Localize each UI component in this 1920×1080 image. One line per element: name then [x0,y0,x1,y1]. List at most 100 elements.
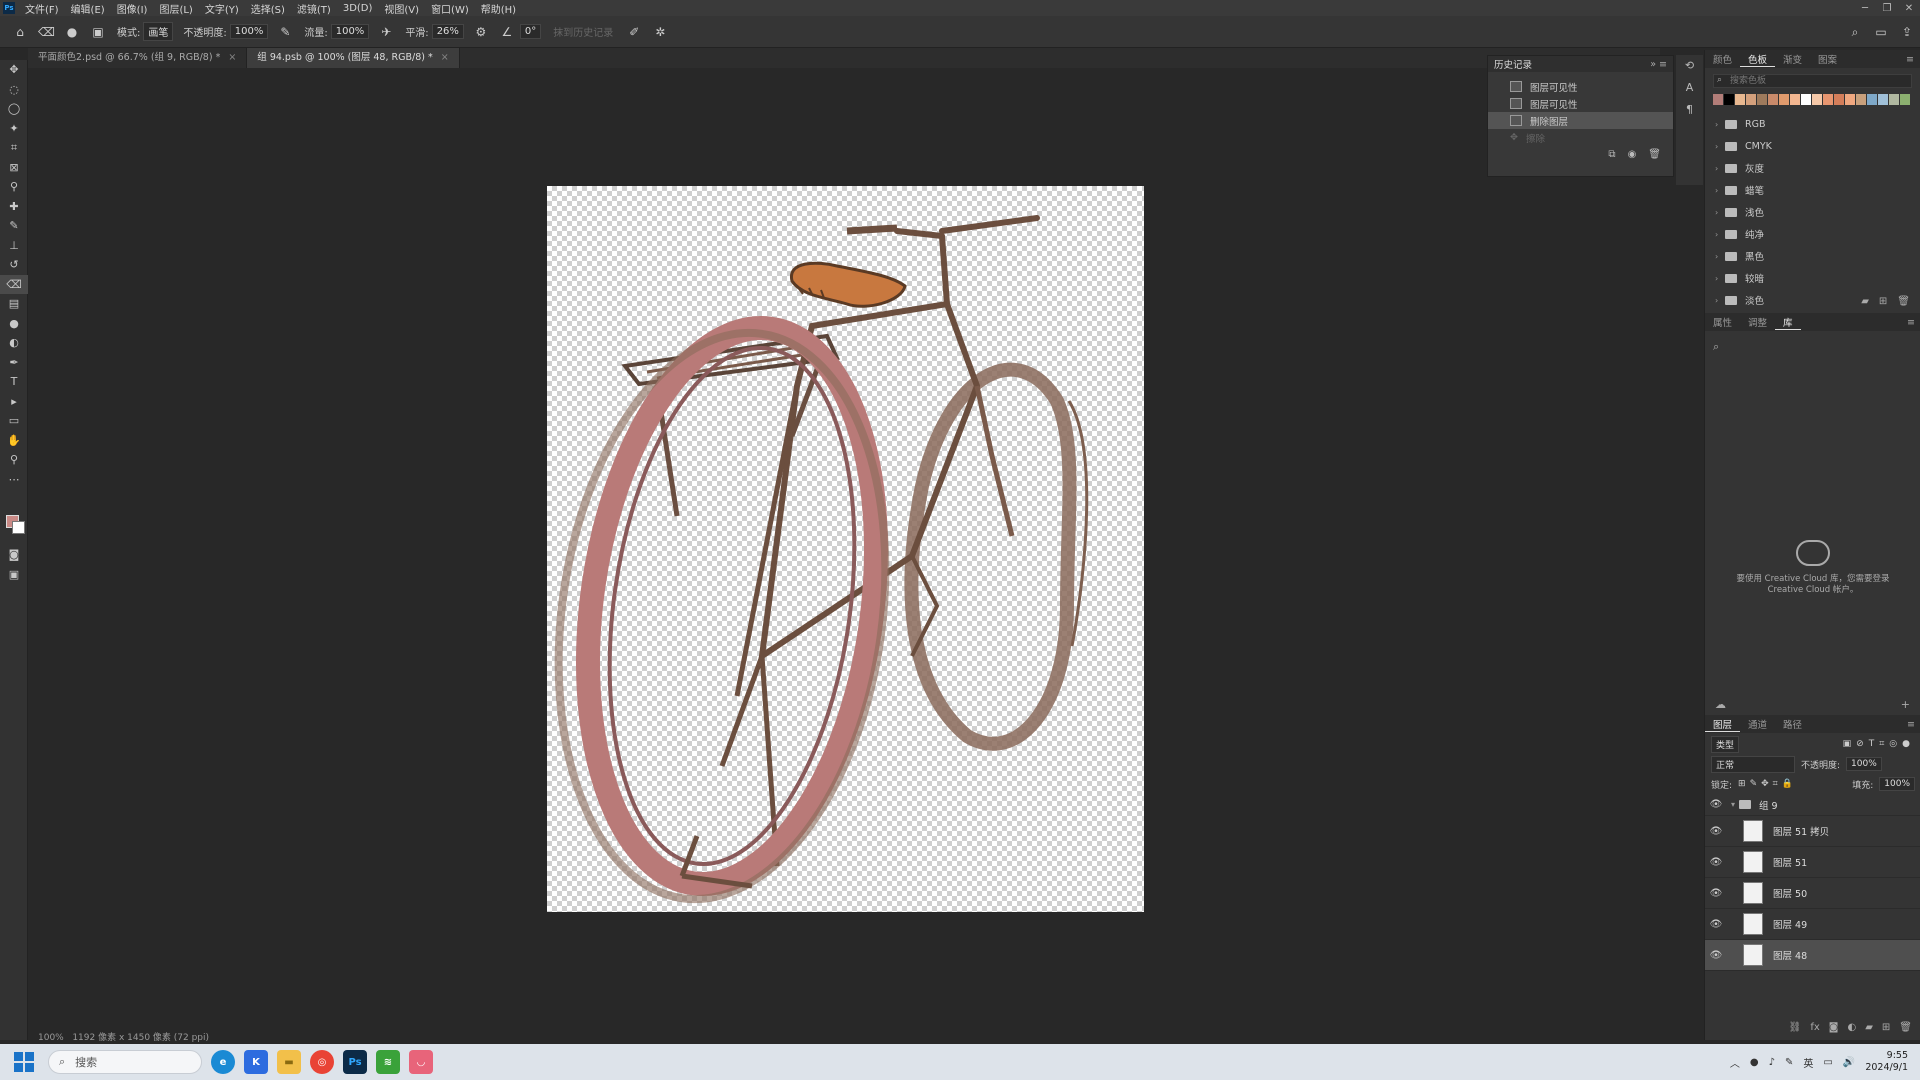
magic-wand-tool-icon[interactable]: ✦ [0,119,28,139]
add-icon[interactable]: + [1901,698,1910,711]
close-icon[interactable]: ✕ [1898,3,1920,14]
cloud-icon[interactable]: ☁ [1715,698,1726,711]
visibility-eye-icon[interactable]: 👁 [1705,826,1727,837]
search-icon[interactable]: ⌕ [1847,24,1863,40]
history-panel-icon[interactable]: ⟲ [1676,55,1703,77]
chevron-right-icon[interactable]: › [1715,186,1725,195]
chrome-browser-icon[interactable]: ◎ [310,1050,334,1074]
menu-3d[interactable]: 3D(D) [337,3,379,14]
color-swatch[interactable] [1900,94,1910,105]
tab-color[interactable]: 颜色 [1705,52,1740,66]
new-layer-icon[interactable]: ⊞ [1882,1022,1890,1033]
snapshot-camera-icon[interactable]: ◉ [1628,149,1637,160]
color-swatch[interactable] [1801,94,1811,105]
input-method-indicator[interactable]: 英 [1803,1055,1813,1070]
eyedropper-tool-icon[interactable]: ⚲ [0,177,28,197]
collapse-icon[interactable]: » ≡ [1650,59,1667,70]
layer-row[interactable]: 👁 图层 48 [1705,940,1920,971]
panel-menu-icon[interactable]: ≡ [1907,719,1915,730]
visibility-eye-icon[interactable]: 👁 [1705,857,1727,868]
visibility-eye-icon[interactable]: 👁 [1705,919,1727,930]
color-swatch[interactable] [1812,94,1822,105]
chevron-right-icon[interactable]: › [1715,252,1725,261]
history-item[interactable]: 图层可见性 [1488,78,1673,95]
dodge-tool-icon[interactable]: ◐ [0,333,28,353]
path-selection-tool-icon[interactable]: ▸ [0,392,28,412]
new-group-icon[interactable]: ▰ [1865,1022,1873,1033]
library-search-icon[interactable]: ⌕ [1713,340,1719,354]
delete-state-icon[interactable]: 🗑 [1648,149,1661,160]
layer-style-icon[interactable]: fx [1810,1022,1819,1033]
pen-icon[interactable]: ✎ [1785,1057,1793,1068]
opacity-input[interactable]: 100% [229,24,269,39]
quick-mask-icon[interactable]: ◙ [0,545,28,565]
document-tab[interactable]: 平面颜色2.psd @ 66.7% (组 9, RGB/8) * × [28,48,248,68]
swatch-group-row[interactable]: › 蜡笔 [1705,179,1920,201]
color-swatch[interactable] [1757,94,1767,105]
tab-channels[interactable]: 通道 [1740,717,1775,731]
restore-icon[interactable]: ❐ [1876,3,1898,14]
color-swatch[interactable] [1856,94,1866,105]
history-item-undone[interactable]: ✥ 擦除 [1488,129,1673,146]
menu-image[interactable]: 图像(I) [111,1,154,16]
color-swatch[interactable] [1768,94,1778,105]
more-tools-icon[interactable]: ⋯ [0,470,28,490]
color-swatch[interactable] [1867,94,1877,105]
brush-settings-icon[interactable]: ▣ [90,24,106,40]
swatch-group-row[interactable]: › 纯净 [1705,223,1920,245]
new-document-from-state-icon[interactable]: ⧉ [1608,149,1615,160]
chevron-right-icon[interactable]: › [1715,208,1725,217]
swatch-group-row[interactable]: › 灰度 [1705,157,1920,179]
swatch-group-row[interactable]: › 较暗 [1705,267,1920,289]
marquee-tool-icon[interactable]: ◌ [0,80,28,100]
flow-input[interactable]: 100% [330,24,370,39]
color-swatch[interactable] [1735,94,1745,105]
clone-stamp-tool-icon[interactable]: ⊥ [0,236,28,256]
layer-opacity-input[interactable]: 100% [1846,757,1882,771]
tab-gradients[interactable]: 渐变 [1775,52,1810,66]
color-swatch[interactable] [1746,94,1756,105]
document-canvas[interactable] [547,186,1144,912]
edge-browser-icon[interactable]: e [211,1050,235,1074]
move-tool-icon[interactable]: ✥ [0,60,28,80]
angle-input[interactable]: 0° [519,24,542,39]
layer-fill-input[interactable]: 100% [1879,777,1915,791]
symmetry-icon[interactable]: ✲ [652,24,668,40]
pen-tool-icon[interactable]: ✒ [0,353,28,373]
document-tab-active[interactable]: 组 94.psb @ 100% (图层 48, RGB/8) * × [247,48,460,68]
color-swatch[interactable] [1878,94,1888,105]
close-tab-icon[interactable]: × [228,52,236,63]
tray-app-icon[interactable]: ● [1750,1057,1759,1068]
pressure-opacity-icon[interactable]: ✎ [277,24,293,40]
chevron-right-icon[interactable]: › [1715,164,1725,173]
new-swatch-icon[interactable]: ⊞ [1879,296,1887,307]
layer-row[interactable]: 👁 图层 51 [1705,847,1920,878]
blend-mode-select[interactable]: 正常 [1711,755,1795,773]
hand-tool-icon[interactable]: ✋ [0,431,28,451]
link-layers-icon[interactable]: ⛓ [1789,1022,1802,1033]
color-swatch[interactable] [1845,94,1855,105]
color-swatch[interactable] [1779,94,1789,105]
crop-tool-icon[interactable]: ⌗ [0,138,28,158]
mode-select[interactable]: 画笔 [143,22,174,41]
volume-icon[interactable]: 🔊 [1843,1057,1855,1068]
color-swatch[interactable] [1790,94,1800,105]
close-tab-icon[interactable]: × [441,52,449,63]
history-brush-tool-icon[interactable]: ↺ [0,255,28,275]
layer-group-row[interactable]: 👁 ▾ 组 9 [1705,794,1920,816]
visibility-eye-icon[interactable]: 👁 [1705,888,1727,899]
visibility-eye-icon[interactable]: 👁 [1705,950,1727,961]
history-item[interactable]: 图层可见性 [1488,95,1673,112]
new-group-icon[interactable]: ▰ [1861,296,1869,307]
tab-paths[interactable]: 路径 [1775,717,1810,731]
clock[interactable]: 9:55 2024/9/1 [1865,1050,1908,1074]
history-panel-title[interactable]: 历史记录 [1494,57,1532,71]
airbrush-icon[interactable]: ✈ [378,24,394,40]
layer-filter-select[interactable]: 类型 [1711,735,1740,753]
display-icon[interactable]: ▭ [1823,1057,1832,1068]
swatches-search-input[interactable]: 搜索色板 [1713,74,1912,88]
kuaishou-app-icon[interactable]: K [244,1050,268,1074]
history-item-active[interactable]: 删除图层 [1488,112,1673,129]
taskbar-search-input[interactable]: ⌕ 搜索 [48,1050,202,1074]
color-swatch[interactable] [1889,94,1899,105]
